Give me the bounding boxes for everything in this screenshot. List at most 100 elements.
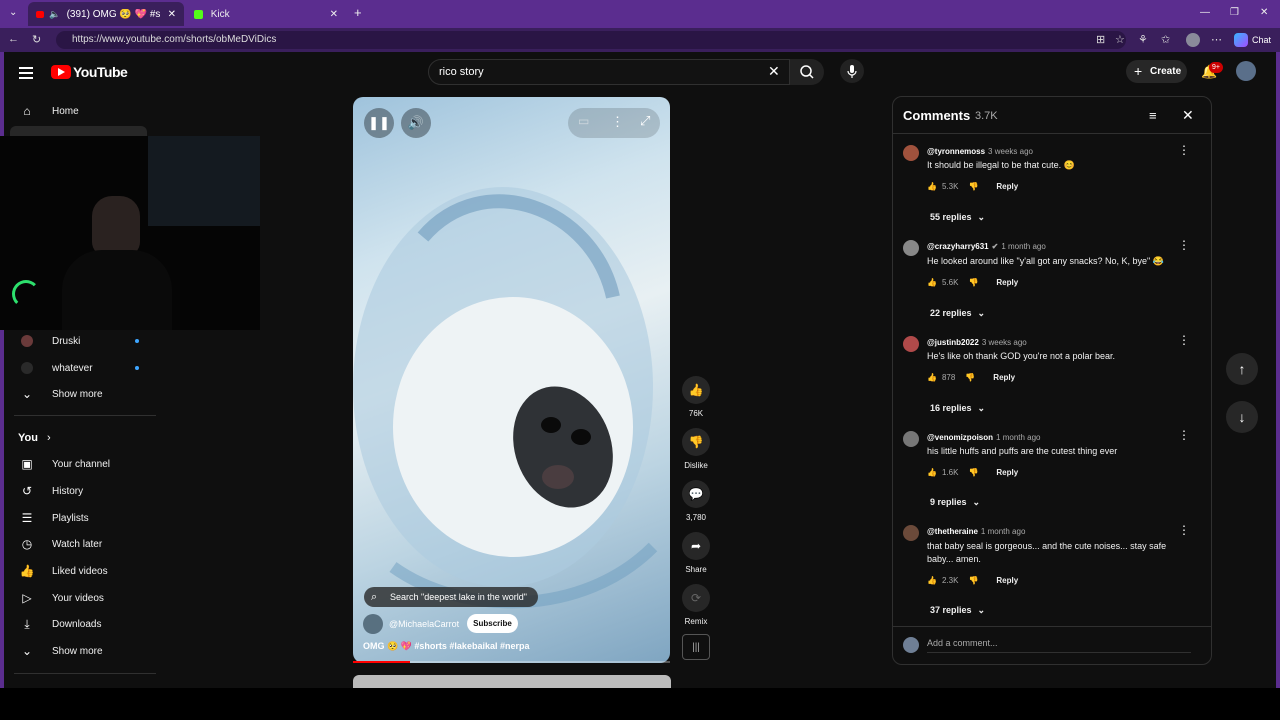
profile-icon[interactable] — [1186, 33, 1200, 47]
share-button[interactable]: ➦ — [682, 532, 710, 560]
comments-button[interactable]: 💬 — [682, 480, 710, 508]
comment-author[interactable]: @tyronnemoss 3 weeks ago — [927, 147, 1033, 156]
reply-button[interactable]: Reply — [996, 576, 1018, 585]
thumbs-down-icon[interactable]: 👎 — [968, 576, 978, 585]
comment-author[interactable]: @crazyharry631 ✔ 1 month ago — [927, 242, 1046, 251]
shorts-video-player[interactable] — [353, 97, 670, 663]
search-input[interactable]: rico story — [428, 59, 790, 85]
reply-button[interactable]: Reply — [996, 182, 1018, 191]
copilot-icon[interactable] — [1234, 33, 1248, 47]
comment-author[interactable]: @thetheraine 1 month ago — [927, 527, 1025, 536]
youtube-logo-text[interactable]: YouTube — [73, 64, 128, 80]
minimize-icon[interactable]: — — [1200, 7, 1210, 18]
sidebar-you-heading[interactable]: You › — [18, 432, 51, 444]
new-tab-icon[interactable]: + — [354, 5, 362, 20]
subscribe-button[interactable]: Subscribe — [467, 614, 518, 633]
close-tab-icon[interactable]: ✕ — [330, 9, 338, 20]
sidebar-item-downloads[interactable]: ⤓ Downloads — [10, 611, 150, 637]
previous-short-button[interactable]: ↑ — [1226, 353, 1258, 385]
sidebar-show-more-subscriptions[interactable]: ⌄ Show more — [10, 381, 150, 407]
more-menu-icon[interactable]: ⋯ — [1211, 33, 1222, 46]
channel-avatar[interactable] — [363, 614, 383, 634]
channel-name[interactable]: @MichaelaCarrot — [389, 619, 459, 629]
commenter-avatar[interactable] — [903, 431, 919, 447]
thumbs-down-icon[interactable]: 👎 — [965, 373, 975, 382]
sidebar-item-playlists[interactable]: ☰ Playlists — [10, 505, 150, 531]
thumbs-down-icon[interactable]: 👎 — [968, 468, 978, 477]
view-replies-button[interactable]: 37 replies ⌄ — [930, 605, 985, 616]
thumbs-down-icon[interactable]: 👎 — [968, 278, 978, 287]
search-button[interactable] — [790, 59, 824, 85]
sound-thumbnail[interactable]: ||| — [682, 634, 710, 660]
tab-list-chevron-icon[interactable]: ⌄ — [9, 7, 17, 18]
captions-icon[interactable]: ▭ — [578, 114, 589, 128]
dislike-button[interactable]: 👎 — [682, 428, 710, 456]
comment-author[interactable]: @justinb2022 3 weeks ago — [927, 338, 1027, 347]
browser-tab-youtube[interactable]: 🔈 (391) OMG 🥺 💖 #shorts #la ✕ — [28, 2, 184, 26]
sidebar-subscription-whatever[interactable]: whatever — [10, 355, 150, 381]
chat-label[interactable]: Chat — [1252, 35, 1271, 45]
close-comments-icon[interactable]: ✕ — [1182, 107, 1194, 124]
thumbs-up-icon[interactable]: 👍 — [927, 373, 937, 382]
like-button[interactable]: 👍 — [682, 376, 710, 404]
favorites-icon[interactable]: ✩ — [1161, 33, 1170, 46]
view-replies-button[interactable]: 16 replies ⌄ — [930, 403, 985, 414]
comment-more-icon[interactable]: ⋮ — [1178, 523, 1190, 537]
commenter-avatar[interactable] — [903, 525, 919, 541]
address-bar[interactable]: https://www.youtube.com/shorts/obMeDViDi… — [56, 31, 1126, 49]
thumbs-down-icon[interactable]: 👎 — [968, 182, 978, 191]
speaker-icon[interactable]: 🔈 — [49, 9, 60, 20]
thumbs-up-icon[interactable]: 👍 — [927, 468, 937, 477]
comment-more-icon[interactable]: ⋮ — [1178, 238, 1190, 252]
browser-tab-kick[interactable]: Kick ✕ — [186, 2, 346, 26]
next-short-preview[interactable] — [353, 675, 671, 688]
fullscreen-icon[interactable]: ⤢ — [640, 113, 650, 129]
comment-more-icon[interactable]: ⋮ — [1178, 428, 1190, 442]
more-options-icon[interactable]: ⋮ — [611, 114, 624, 130]
sidebar-item-your-videos[interactable]: ▷ Your videos — [10, 585, 150, 611]
restore-icon[interactable]: ❐ — [1230, 7, 1239, 18]
menu-icon[interactable] — [19, 65, 33, 82]
next-short-button[interactable]: ↓ — [1226, 401, 1258, 433]
sidebar-item-watch-later[interactable]: ◷ Watch later — [10, 531, 150, 557]
reply-button[interactable]: Reply — [996, 468, 1018, 477]
voice-search-button[interactable] — [840, 59, 864, 83]
account-avatar[interactable] — [1236, 61, 1256, 81]
view-replies-button[interactable]: 55 replies ⌄ — [930, 212, 985, 223]
clear-search-icon[interactable]: ✕ — [768, 63, 780, 80]
commenter-avatar[interactable] — [903, 145, 919, 161]
comment-more-icon[interactable]: ⋮ — [1178, 333, 1190, 347]
reply-button[interactable]: Reply — [996, 278, 1018, 287]
commenter-avatar[interactable] — [903, 240, 919, 256]
video-caption[interactable]: OMG 🥺 💖 #shorts #lakebaikal #nerpa — [363, 641, 529, 652]
commenter-avatar[interactable] — [903, 336, 919, 352]
view-replies-button[interactable]: 22 replies ⌄ — [930, 308, 985, 319]
reply-button[interactable]: Reply — [993, 373, 1015, 382]
sidebar-item-liked-videos[interactable]: 👍 Liked videos — [10, 558, 150, 584]
comment-author[interactable]: @venomizpoison 1 month ago — [927, 433, 1041, 442]
view-replies-button[interactable]: 9 replies ⌄ — [930, 497, 980, 508]
sort-icon[interactable]: ≡ — [1149, 108, 1157, 123]
refresh-icon[interactable]: ↻ — [32, 33, 41, 46]
thumbs-up-icon[interactable]: 👍 — [927, 576, 937, 585]
sidebar-item-your-channel[interactable]: ▣ Your channel — [10, 451, 150, 477]
create-button[interactable]: + Create — [1126, 60, 1187, 83]
sidebar-show-more-you[interactable]: ⌄ Show more — [10, 638, 150, 664]
thumbs-up-icon[interactable]: 👍 — [927, 278, 937, 287]
pause-button[interactable]: ❚❚ — [364, 108, 394, 138]
comment-more-icon[interactable]: ⋮ — [1178, 143, 1190, 157]
extensions-icon[interactable]: ⚘ — [1138, 33, 1148, 46]
remix-button[interactable]: ⟳ — [682, 584, 710, 612]
close-tab-icon[interactable]: ✕ — [168, 9, 176, 20]
volume-button[interactable]: 🔊 — [401, 108, 431, 138]
thumbs-up-icon[interactable]: 👍 — [927, 182, 937, 191]
back-icon[interactable]: ← — [8, 33, 19, 45]
app-available-icon[interactable]: ⊞ — [1096, 33, 1105, 46]
sidebar-subscription-druski[interactable]: Druski — [10, 328, 150, 354]
sidebar-item-home[interactable]: ⌂ Home — [10, 98, 150, 124]
related-search-chip[interactable]: ⌕ Search "deepest lake in the world" — [364, 587, 538, 607]
sidebar-item-history[interactable]: ↺ History — [10, 478, 150, 504]
add-comment-input[interactable]: Add a comment... — [927, 638, 1191, 653]
favorite-star-icon[interactable]: ☆ — [1115, 33, 1125, 46]
close-window-icon[interactable]: ✕ — [1260, 7, 1268, 18]
